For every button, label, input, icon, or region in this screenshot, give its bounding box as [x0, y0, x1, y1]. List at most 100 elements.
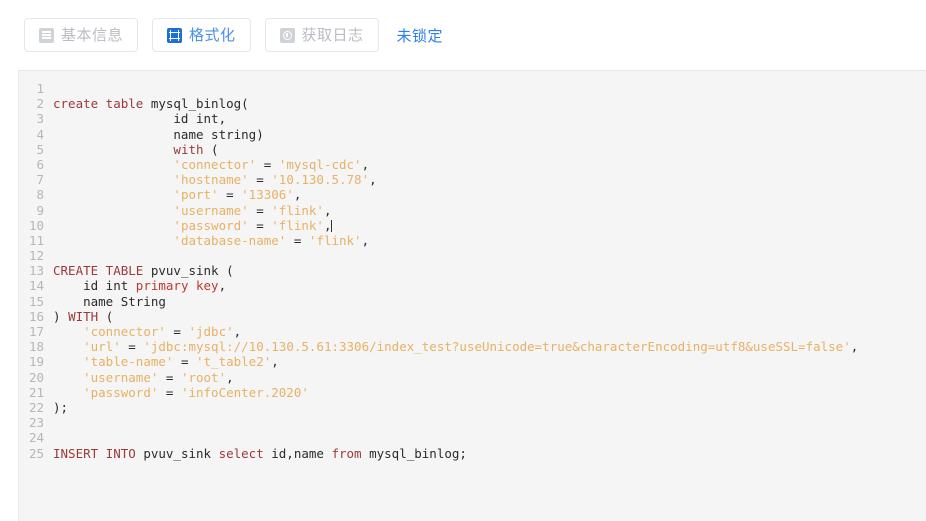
code-token: =	[158, 384, 181, 400]
line-number: 23	[28, 415, 44, 431]
code-token: name string)	[53, 126, 264, 142]
line-number: 1	[36, 81, 44, 96]
code-token: ,	[233, 324, 242, 339]
code-line: 2 create table mysql_binlog(	[19, 96, 926, 111]
code-line-content: 'port' = '13306',	[53, 187, 926, 202]
code-token: =	[248, 172, 272, 188]
code-line-content: 'connector' = 'jdbc',	[53, 324, 926, 339]
code-line: 1	[19, 81, 926, 96]
code-token: CREATE TABLE	[53, 263, 151, 279]
code-token: 'password'	[83, 384, 159, 400]
line-number: 10	[28, 217, 44, 233]
line-number: 4	[36, 126, 44, 142]
code-token: pvuv_sink (	[150, 263, 234, 279]
code-token: from	[331, 445, 362, 461]
line-number: 13	[28, 263, 44, 279]
code-token: ,	[361, 232, 370, 248]
code-line: 8 'port' = '13306',	[19, 187, 926, 202]
line-number: 9	[36, 202, 44, 218]
line-number: 19	[28, 354, 44, 370]
code-token: =	[120, 339, 144, 355]
code-line: 4 name string)	[19, 127, 926, 142]
basic-info-button-label: 基本信息	[61, 26, 124, 44]
basic-info-button[interactable]: 基本信息	[24, 18, 139, 52]
code-line: 10 'password' = 'flink',	[19, 218, 926, 233]
code-token: 'username'	[83, 369, 159, 385]
code-token: id,name	[263, 445, 332, 461]
log-clock-icon	[279, 27, 295, 43]
sql-code-area[interactable]: 1 2 create table mysql_binlog(3 id int, 4 n…	[19, 71, 926, 461]
code-line-content: 'connector' = 'mysql-cdc',	[53, 157, 926, 172]
code-token: primary key	[135, 278, 219, 294]
line-number: 24	[28, 430, 44, 446]
code-token: =	[286, 232, 309, 248]
line-number: 8	[36, 187, 44, 203]
code-line-content: name String	[53, 294, 926, 309]
code-token: 'mysql-cdc'	[278, 156, 362, 172]
code-line: 16) WITH (	[19, 309, 926, 324]
code-token: '13306'	[241, 187, 294, 203]
code-line-content: id int,	[53, 111, 926, 126]
code-line: 7 'hostname' = '10.130.5.78',	[19, 172, 926, 187]
code-token: ,	[323, 217, 332, 233]
code-token: id int,	[53, 111, 227, 127]
code-token: 'connector'	[83, 324, 166, 339]
code-token: =	[158, 369, 181, 385]
code-line: 21 'password' = 'infoCenter.2020'	[19, 385, 926, 400]
code-token: 'flink'	[308, 232, 362, 248]
code-token: 'flink'	[271, 217, 324, 233]
code-token: =	[218, 187, 242, 203]
code-line-content: 'username' = 'root',	[53, 370, 926, 385]
code-line-content: 'username' = 'flink',	[53, 203, 926, 218]
code-line-content: 'password' = 'infoCenter.2020'	[53, 385, 926, 400]
code-token: mysql_binlog(	[150, 96, 249, 112]
code-line: 15 name String	[19, 294, 926, 309]
code-token: select	[218, 445, 264, 461]
line-number: 16	[28, 308, 44, 324]
code-token: ,	[369, 172, 377, 188]
code-token: INSERT INTO	[53, 445, 144, 461]
code-token: 'port'	[173, 187, 219, 203]
code-line: 6 'connector' = 'mysql-cdc',	[19, 157, 926, 172]
code-token: ,	[293, 187, 302, 203]
sql-editor-panel[interactable]: 1 2 create table mysql_binlog(3 id int, 4 n…	[18, 70, 926, 521]
lock-status-link[interactable]: 未锁定	[397, 25, 444, 46]
code-token: (	[203, 141, 219, 157]
code-line-content: 'url' = 'jdbc:mysql://10.130.5.61:3306/i…	[53, 339, 926, 354]
code-line-content: CREATE TABLE pvuv_sink (	[53, 263, 926, 278]
code-token: ,	[226, 369, 234, 385]
code-token: =	[256, 156, 279, 172]
line-number: 15	[28, 293, 44, 309]
code-token: =	[248, 202, 272, 218]
code-token: )	[53, 308, 69, 324]
code-line: 11 'database-name' = 'flink',	[19, 233, 926, 248]
code-token: 'connector'	[173, 156, 257, 172]
format-button[interactable]: 格式化	[152, 18, 251, 52]
code-token: ,	[361, 156, 370, 172]
code-token: 'password'	[173, 217, 249, 233]
code-token: id int	[53, 278, 136, 294]
fetch-log-button[interactable]: 获取日志	[264, 18, 379, 52]
code-line: 13 CREATE TABLE pvuv_sink (	[19, 263, 926, 278]
line-number: 7	[36, 172, 44, 188]
code-token: with	[173, 141, 204, 157]
text-cursor	[331, 219, 333, 232]
code-token: 'hostname'	[173, 172, 249, 188]
code-line-content: name string)	[53, 127, 926, 142]
code-line: 14 id int primary key,	[19, 278, 926, 293]
code-token: ,	[850, 339, 859, 355]
line-number: 18	[28, 339, 44, 355]
code-line: 24	[19, 430, 926, 445]
code-line-content: 'table-name' = 't_table2',	[53, 354, 926, 369]
code-token: );	[53, 399, 69, 415]
code-line: 20 'username' = 'root',	[19, 370, 926, 385]
code-line-content: id int primary key,	[53, 278, 926, 293]
code-token: mysql_binlog;	[361, 445, 467, 461]
